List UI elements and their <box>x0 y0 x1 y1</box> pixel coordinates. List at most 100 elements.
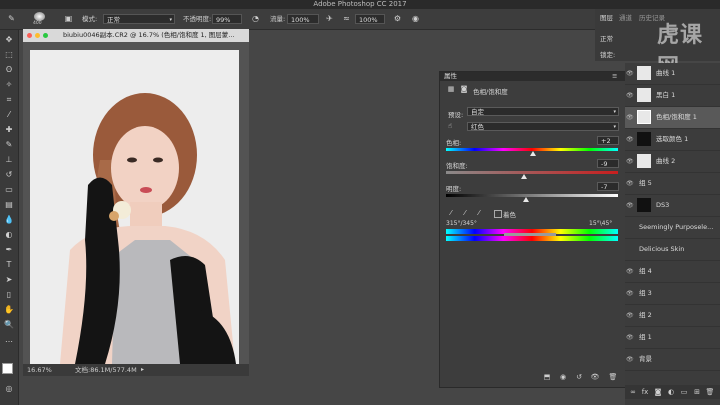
mode-select[interactable]: 正常 ▾ <box>103 14 175 24</box>
flow-input[interactable]: 100% <box>287 14 319 24</box>
eyedropper-tool-icon[interactable]: ⁄ <box>3 109 15 121</box>
layer-row[interactable]: 👁 组 4 <box>625 261 720 283</box>
magic-wand-tool-icon[interactable]: ✧ <box>3 79 15 91</box>
zoom-tool-icon[interactable]: 🔍 <box>3 319 15 331</box>
hue-input[interactable]: +2 <box>597 136 619 145</box>
layer-row[interactable]: 👁 曲线 2 <box>625 151 720 173</box>
smoothing-icon[interactable]: ≈ <box>341 13 352 24</box>
smoothing-settings-icon[interactable]: ⚙ <box>392 13 403 24</box>
blur-tool-icon[interactable]: 💧 <box>3 214 15 226</box>
layer-row[interactable]: 👁 组 1 <box>625 327 720 349</box>
eye-icon[interactable]: 👁 <box>626 107 634 128</box>
more-tools-icon[interactable]: … <box>3 334 15 346</box>
eye-icon[interactable]: 👁 <box>626 283 634 304</box>
airbrush-icon[interactable]: ✈ <box>324 13 335 24</box>
brush-preset-picker[interactable]: 400 <box>30 12 50 26</box>
lightness-input[interactable]: -7 <box>597 182 619 191</box>
eye-icon[interactable]: 👁 <box>626 151 634 172</box>
healing-brush-tool-icon[interactable]: ✚ <box>3 124 15 136</box>
move-tool-icon[interactable]: ✥ <box>3 34 15 46</box>
channel-select[interactable]: 红色 ▾ <box>467 122 619 131</box>
eye-icon[interactable]: 👁 <box>626 261 634 282</box>
eye-icon[interactable]: 👁 <box>626 327 634 348</box>
saturation-slider-thumb[interactable] <box>521 174 527 179</box>
link-layers-icon[interactable]: ∞ <box>628 387 638 397</box>
minimize-icon[interactable] <box>35 33 40 38</box>
layer-row[interactable]: 👁 选取颜色 1 <box>625 129 720 151</box>
document-tab[interactable]: biubiu0046副本.CR2 @ 16.7% (色相/饱和度 1, 图层蒙.… <box>23 29 249 42</box>
saturation-slider-track[interactable] <box>446 171 618 174</box>
delete-icon[interactable]: 🗑 <box>608 372 618 382</box>
layer-row[interactable]: 👁 曲线 1 <box>625 63 720 85</box>
history-brush-tool-icon[interactable]: ↺ <box>3 169 15 181</box>
eyedropper-minus-icon[interactable]: ⁄ <box>474 208 484 218</box>
layer-row[interactable]: Seemingly Purposele... <box>625 217 720 239</box>
brush-panel-icon[interactable]: ▣ <box>63 13 74 24</box>
layer-row[interactable]: 👁 黑白 1 <box>625 85 720 107</box>
eye-icon[interactable]: 👁 <box>626 349 634 370</box>
visibility-icon[interactable]: 👁 <box>590 372 600 382</box>
saturation-input[interactable]: -9 <box>597 159 619 168</box>
quick-mask-icon[interactable]: ◎ <box>3 383 15 395</box>
add-mask-icon[interactable]: ◙ <box>653 387 663 397</box>
eyedropper-plus-icon[interactable]: ⁄ <box>460 208 470 218</box>
hue-slider-thumb[interactable] <box>530 151 536 156</box>
targeted-adjustment-icon[interactable]: ☝ <box>445 121 455 131</box>
new-layer-icon[interactable]: ⊞ <box>692 387 702 397</box>
mask-icon[interactable]: ◙ <box>459 84 469 94</box>
reset-icon[interactable]: ↺ <box>574 372 584 382</box>
delete-layer-icon[interactable]: 🗑 <box>705 387 715 397</box>
opacity-input[interactable]: 99% <box>212 14 242 24</box>
rectangle-tool-icon[interactable]: ▯ <box>3 289 15 301</box>
status-arrow-icon[interactable]: ▸ <box>141 364 144 376</box>
layer-row[interactable]: 👁 组 3 <box>625 283 720 305</box>
layer-row[interactable]: 👁 组 5 <box>625 173 720 195</box>
zoom-level[interactable]: 16.67% <box>27 364 52 376</box>
clone-stamp-tool-icon[interactable]: ⊥ <box>3 154 15 166</box>
eyedropper-icon[interactable]: ⁄ <box>446 208 456 218</box>
document-size-info[interactable]: 文档:86.1M/577.4M <box>75 364 137 376</box>
hand-tool-icon[interactable]: ✋ <box>3 304 15 316</box>
new-group-icon[interactable]: ▭ <box>679 387 689 397</box>
layer-row[interactable]: Delicious Skin <box>625 239 720 261</box>
tab-channels[interactable]: 通道 <box>619 12 632 22</box>
view-previous-state-icon[interactable]: ◉ <box>558 372 568 382</box>
layer-row[interactable]: 👁 背景 <box>625 349 720 371</box>
preset-select[interactable]: 自定 ▾ <box>467 107 619 116</box>
marquee-tool-icon[interactable]: ⬚ <box>3 49 15 61</box>
adjustment-icon[interactable]: ▦ <box>446 84 456 94</box>
pen-tool-icon[interactable]: ✒ <box>3 244 15 256</box>
lightness-slider-thumb[interactable] <box>523 197 529 202</box>
eye-icon[interactable]: 👁 <box>626 173 634 194</box>
crop-tool-icon[interactable]: ⌗ <box>3 94 15 106</box>
layer-row[interactable]: 👁 组 2 <box>625 305 720 327</box>
dodge-tool-icon[interactable]: ◐ <box>3 229 15 241</box>
close-icon[interactable] <box>27 33 32 38</box>
path-selection-tool-icon[interactable]: ➤ <box>3 274 15 286</box>
pressure-opacity-icon[interactable]: ◔ <box>250 13 261 24</box>
eraser-tool-icon[interactable]: ▭ <box>3 184 15 196</box>
brush-tool-icon[interactable]: ✎ <box>6 13 17 24</box>
blend-mode-label[interactable]: 正常 <box>600 33 613 43</box>
brush-tool-icon-left[interactable]: ✎ <box>3 139 15 151</box>
canvas-image[interactable] <box>30 50 239 364</box>
lasso-tool-icon[interactable]: ʘ <box>3 64 15 76</box>
panel-menu-icon[interactable]: ≡ <box>612 72 617 81</box>
layer-row[interactable]: 👁 DS3 <box>625 195 720 217</box>
eye-icon[interactable]: 👁 <box>626 63 634 84</box>
foreground-color-swatch[interactable] <box>2 363 13 374</box>
new-adjustment-icon[interactable]: ◐ <box>666 387 676 397</box>
gradient-tool-icon[interactable]: ▤ <box>3 199 15 211</box>
type-tool-icon[interactable]: T <box>3 259 15 271</box>
pressure-size-icon[interactable]: ◉ <box>410 13 421 24</box>
colorize-checkbox[interactable] <box>494 210 502 218</box>
smoothing-input[interactable]: 100% <box>355 14 385 24</box>
eye-icon[interactable]: 👁 <box>626 305 634 326</box>
maximize-icon[interactable] <box>43 33 48 38</box>
eye-icon[interactable]: 👁 <box>626 129 634 150</box>
layer-row-selected[interactable]: 👁 色相/饱和度 1 <box>625 107 720 129</box>
clip-to-layer-icon[interactable]: ⬒ <box>542 372 552 382</box>
eye-icon[interactable]: 👁 <box>626 195 634 216</box>
tab-layers[interactable]: 图层 <box>600 12 613 22</box>
lightness-slider-track[interactable] <box>446 194 618 197</box>
